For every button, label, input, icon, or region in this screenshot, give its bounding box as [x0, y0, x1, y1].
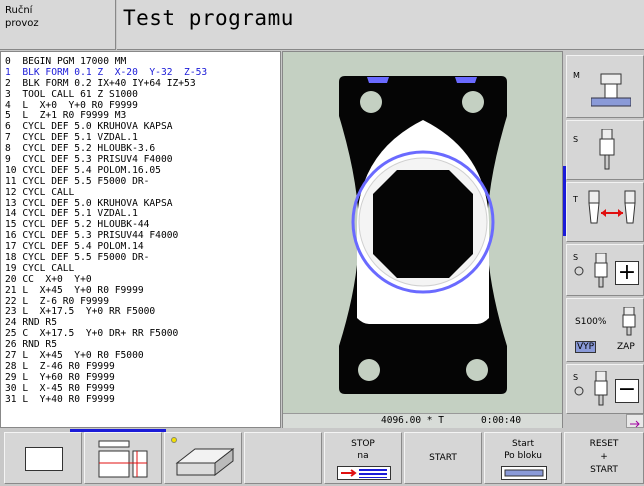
rotate-icon [574, 266, 584, 276]
mode-line-2: provoz [5, 18, 39, 29]
m-label: M [573, 71, 580, 80]
top-edge-highlight-left [367, 77, 389, 83]
program-line[interactable]: 30 L X-45 R0 F9999 [5, 383, 280, 395]
page-title: Test programu [117, 0, 644, 50]
view-plan-softkey[interactable] [4, 432, 82, 484]
minus-icon: − [615, 379, 639, 403]
s-label: S [573, 253, 579, 262]
view-three-planes-softkey[interactable] [84, 432, 162, 484]
s-spindle-softkey[interactable]: S [566, 120, 644, 180]
graphics-status-bar: 4096.00 * T 0:00:40 [283, 413, 562, 428]
start-softkey[interactable]: START [404, 432, 482, 484]
t-label: T [573, 195, 578, 204]
start-block-line-2: Po bloku [504, 451, 542, 461]
mode-line-1: Ruční [5, 5, 33, 16]
spindle-plus-softkey[interactable]: S + [566, 244, 644, 296]
corner-hole-br [466, 359, 488, 381]
stop-line-1: STOP [351, 439, 375, 449]
machining-time: 4096.00 * T [381, 415, 444, 426]
corner-hole-tl [360, 91, 382, 113]
start-block-line-1: Start [512, 439, 534, 449]
spindle-icon [599, 129, 615, 170]
run-clock: 0:00:40 [481, 415, 522, 426]
spindle-icon [594, 371, 608, 406]
program-line[interactable]: 3 TOOL CALL 61 Z S1000 [5, 89, 280, 101]
on-label: ZAP [617, 342, 635, 352]
override-percent: S100% [575, 317, 607, 327]
spindle-icon [594, 253, 608, 288]
start-label: START [429, 453, 457, 463]
s-label: S [573, 135, 579, 144]
graphics-window [282, 51, 563, 428]
program-listing[interactable]: 0 BEGIN PGM 17000 MM 1 BLK FORM 0.1 Z X-2… [0, 51, 281, 428]
operating-mode-panel: Ruční provoz [0, 0, 116, 50]
view-3d-softkey[interactable] [164, 432, 242, 484]
reset-line-2: + [600, 452, 608, 462]
3d-block-icon [175, 447, 235, 477]
spindle-override-softkey[interactable]: S100% VYP ZAP [566, 298, 644, 362]
spindle-minus-softkey[interactable]: S − [566, 364, 644, 414]
t-tool-softkey[interactable]: T [566, 182, 644, 242]
reset-start-softkey[interactable]: RESET + START [564, 432, 644, 484]
empty-softkey [244, 432, 322, 484]
start-single-block-softkey[interactable]: Start Po bloku [484, 432, 562, 484]
single-block-icon [501, 466, 547, 480]
s-label: S [573, 373, 579, 382]
stop-at-block-icon [337, 466, 391, 480]
program-line[interactable]: 31 L Y+40 R0 F9999 [5, 394, 280, 406]
reset-line-1: RESET [589, 439, 619, 449]
spindle-m-icon [591, 73, 631, 107]
rectangle-icon [25, 447, 63, 471]
reset-line-3: START [590, 465, 618, 475]
three-plane-view-icon [98, 440, 148, 478]
status-dot-icon [171, 437, 177, 443]
stop-at-softkey[interactable]: STOP na [324, 432, 402, 484]
stop-line-2: na [357, 451, 369, 461]
spindle-icon [622, 307, 636, 336]
inner-bore [373, 170, 473, 278]
off-label: VYP [575, 341, 597, 353]
softkey-scroll-indicator[interactable] [626, 414, 644, 428]
program-line[interactable]: 12 CYCL CALL [5, 187, 280, 199]
tool-change-icon [588, 190, 636, 224]
plus-icon: + [615, 261, 639, 285]
program-line[interactable]: 21 L X+45 Y+0 R0 F9999 [5, 285, 280, 297]
rotate-icon [574, 386, 584, 396]
corner-hole-bl [358, 359, 380, 381]
top-edge-highlight-right [455, 77, 477, 83]
corner-hole-tr [462, 91, 484, 113]
m-function-softkey[interactable]: M [566, 55, 644, 118]
part-simulation [339, 76, 507, 394]
